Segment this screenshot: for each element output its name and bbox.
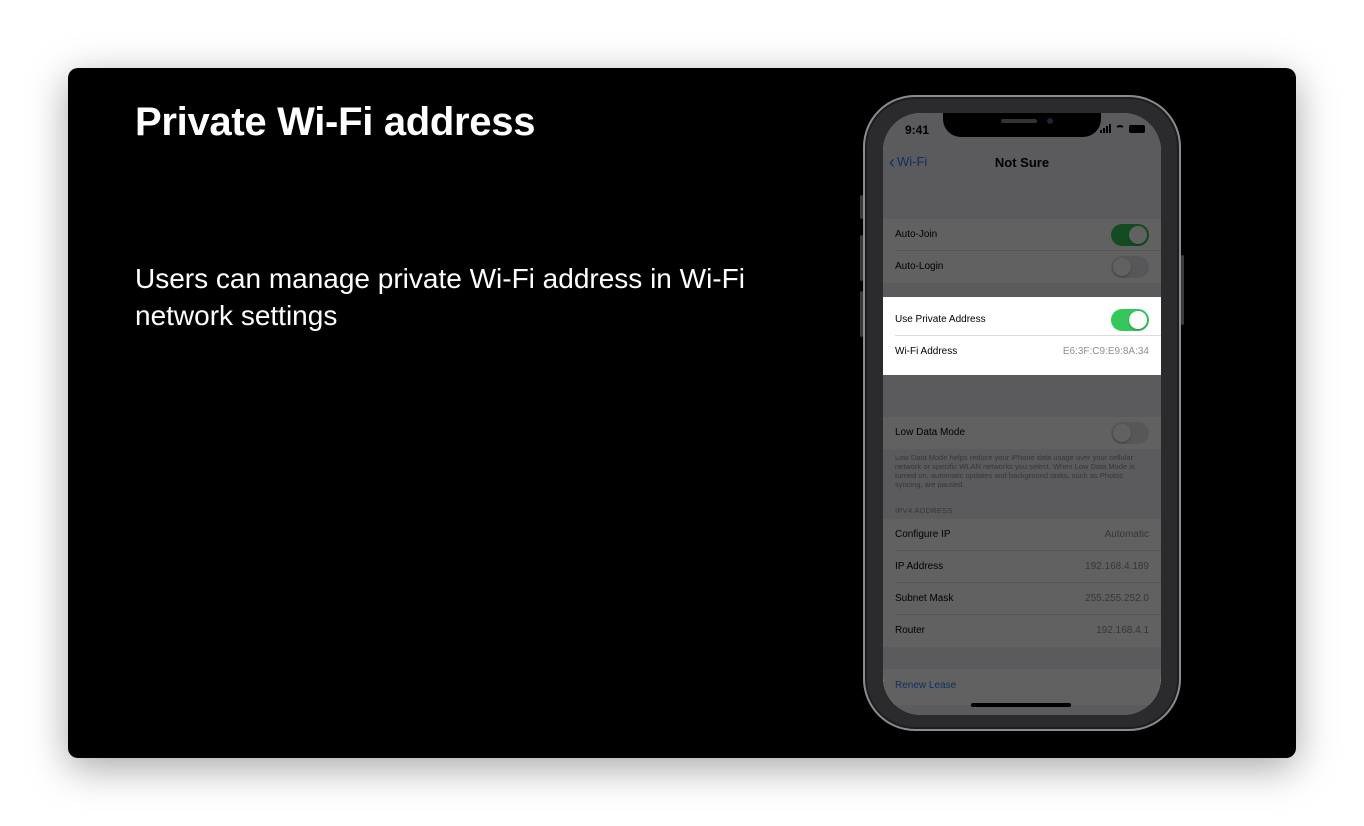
notch [943, 113, 1101, 137]
ipv4-section-header: IPV4 ADDRESS [895, 506, 953, 515]
use-private-address-row: Use Private Address [883, 304, 1161, 336]
cellular-signal-icon [1100, 124, 1111, 133]
speaker-grille [1001, 119, 1037, 123]
router-row: Router 192.168.4.1 [883, 615, 1161, 647]
status-time: 9:41 [905, 123, 930, 137]
volume-up-button [860, 235, 863, 281]
volume-down-button [860, 291, 863, 337]
navigation-bar: ‹ Wi-Fi Not Sure [883, 149, 1161, 177]
low-data-footnote: Low Data Mode helps reduce your iPhone d… [895, 453, 1135, 489]
iphone-mockup: 9:41 ‹ Wi-Fi Not Sure Auto-Join Auto-Log… [860, 95, 1184, 731]
low-data-mode-toggle[interactable] [1111, 422, 1149, 444]
configure-ip-value: Automatic [1104, 529, 1149, 540]
low-data-group: Low Data Mode [883, 417, 1161, 449]
slide-body-text: Users can manage private Wi-Fi address i… [135, 263, 745, 331]
configure-ip-label: Configure IP [895, 529, 951, 540]
subnet-mask-value: 255.255.252.0 [1085, 593, 1149, 604]
status-icons [1100, 124, 1145, 133]
join-settings-group: Auto-Join Auto-Login [883, 219, 1161, 283]
ipv4-group: Configure IP Automatic IP Address 192.16… [883, 519, 1161, 647]
router-value: 192.168.4.1 [1096, 625, 1149, 636]
auto-login-toggle[interactable] [1111, 256, 1149, 278]
wifi-address-row: Wi-Fi Address E6:3F:C9:E9:8A:34 [883, 336, 1161, 368]
home-indicator [971, 703, 1071, 707]
private-address-group: Use Private Address Wi-Fi Address E6:3F:… [883, 297, 1161, 375]
auto-join-label: Auto-Join [895, 229, 938, 240]
front-camera [1047, 118, 1053, 124]
side-button [1181, 255, 1184, 325]
battery-icon [1129, 125, 1145, 133]
subnet-mask-row: Subnet Mask 255.255.252.0 [883, 583, 1161, 615]
wifi-address-label: Wi-Fi Address [895, 346, 958, 357]
auto-join-toggle[interactable] [1111, 224, 1149, 246]
presentation-slide: Private Wi-Fi address Users can manage p… [68, 68, 1296, 758]
ip-address-row: IP Address 192.168.4.189 [883, 551, 1161, 583]
auto-login-row: Auto-Login [883, 251, 1161, 283]
phone-screen: 9:41 ‹ Wi-Fi Not Sure Auto-Join Auto-Log… [883, 113, 1161, 715]
low-data-mode-label: Low Data Mode [895, 427, 966, 438]
wifi-address-value: E6:3F:C9:E9:8A:34 [1062, 346, 1149, 357]
router-label: Router [895, 625, 926, 636]
configure-ip-row[interactable]: Configure IP Automatic [883, 519, 1161, 551]
auto-login-label: Auto-Login [895, 261, 944, 272]
auto-join-row: Auto-Join [883, 219, 1161, 251]
ip-address-value: 192.168.4.189 [1085, 561, 1149, 572]
wifi-icon [1115, 125, 1125, 133]
mute-switch [860, 195, 863, 219]
nav-title: Not Sure [994, 155, 1050, 170]
subnet-mask-label: Subnet Mask [895, 593, 954, 604]
renew-lease-button[interactable]: Renew Lease [895, 680, 956, 691]
slide-title: Private Wi-Fi address [135, 100, 536, 144]
use-private-address-label: Use Private Address [895, 314, 986, 325]
low-data-mode-row: Low Data Mode [883, 417, 1161, 449]
ip-address-label: IP Address [895, 561, 944, 572]
use-private-address-toggle[interactable] [1111, 309, 1149, 331]
